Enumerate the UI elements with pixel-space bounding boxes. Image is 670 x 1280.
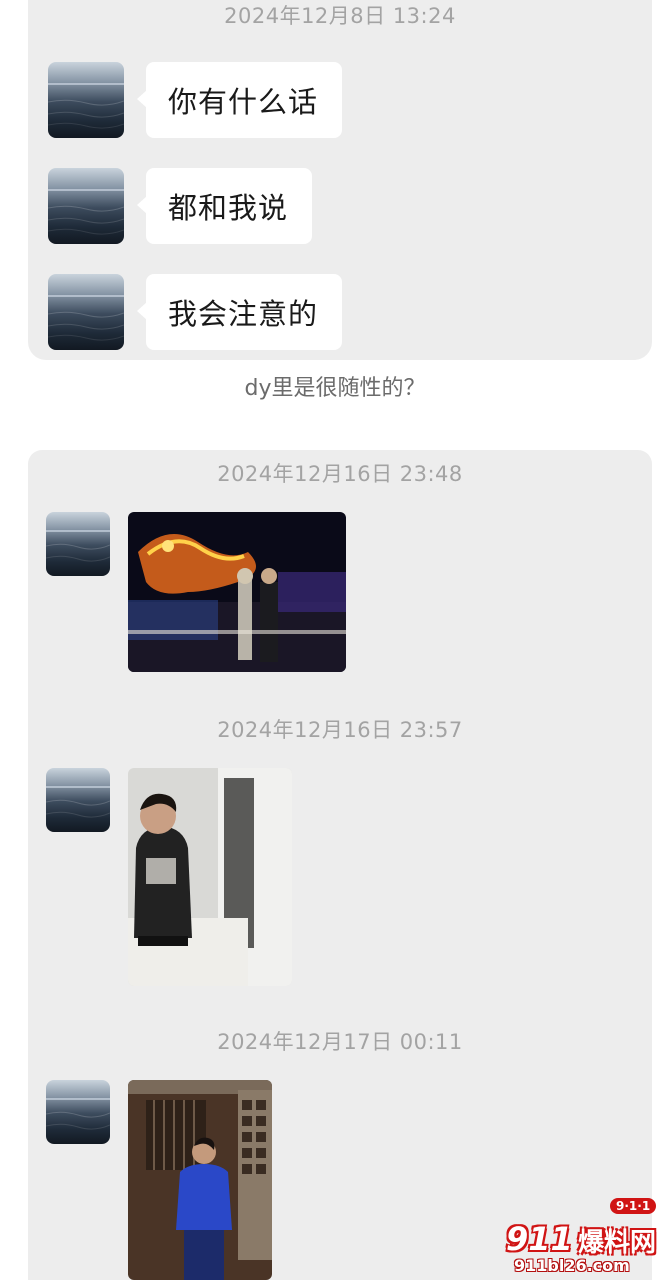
contact-avatar[interactable] <box>46 768 110 832</box>
contact-avatar[interactable] <box>48 168 124 244</box>
contact-avatar[interactable] <box>48 62 124 138</box>
blue-shirt-standing-photo[interactable] <box>128 1080 272 1280</box>
watermark-name: 爆料网 <box>578 1228 657 1258</box>
message-timestamp: 2024年12月16日 23:57 <box>217 718 463 742</box>
watermark-badge: 9·1·1 <box>610 1198 657 1214</box>
night-dragon-lantern-photo[interactable] <box>128 512 346 672</box>
message-bubble[interactable]: 你有什么话 <box>137 62 342 138</box>
message-timestamp: 2024年12月17日 00:11 <box>217 1030 463 1054</box>
screenshot-caption: dy里是很随性的？ <box>244 376 426 401</box>
chat-panel-bottom: 2024年12月16日 23:48 2024年12月16日 23:57 2024… <box>28 450 652 1280</box>
contact-avatar[interactable] <box>46 512 110 576</box>
mirror-selfie-photo[interactable] <box>128 768 292 986</box>
message-bubble[interactable]: 我会注意的 <box>137 274 342 350</box>
contact-avatar[interactable] <box>48 274 124 350</box>
message-timestamp: 2024年12月16日 23:48 <box>217 462 463 486</box>
site-watermark: 9·1·1 911 爆料网 911bl26.com <box>498 1196 670 1280</box>
message-bubble[interactable]: 都和我说 <box>137 168 312 244</box>
watermark-url: 911bl26.com <box>514 1256 630 1275</box>
chat-panel-top: 2024年12月8日 13:24 你有什么话 都和我说 我会注意的 <box>28 0 652 360</box>
message-timestamp: 2024年12月8日 13:24 <box>224 4 456 28</box>
contact-avatar[interactable] <box>46 1080 110 1144</box>
watermark-number: 911 <box>506 1220 573 1258</box>
